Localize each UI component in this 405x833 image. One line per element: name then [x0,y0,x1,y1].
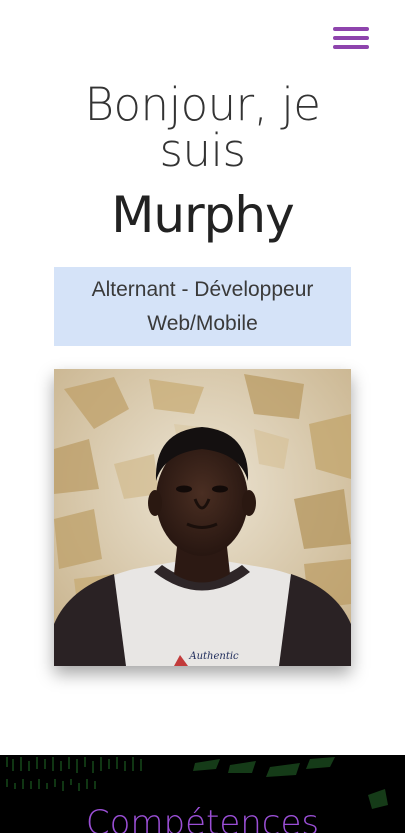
role-box: Alternant - Développeur Web/Mobile [54,267,351,346]
shirt-print-text: Authentic [189,651,239,662]
skills-section: Compétences [0,755,405,833]
hamburger-menu-icon[interactable] [333,27,369,51]
role-text: Alternant - Développeur Web/Mobile [91,277,314,335]
menu-bar-bottom [333,45,369,49]
hero-greeting: Bonjour, je suis [84,78,321,177]
profile-photo: Authentic [54,369,351,666]
page: Bonjour, je suis Murphy Alternant - Déve… [0,0,405,833]
menu-bar-middle [333,36,369,40]
hero-name: Murphy [111,186,294,244]
skills-heading: Compétences [85,803,320,833]
menu-bar-top [333,27,369,31]
